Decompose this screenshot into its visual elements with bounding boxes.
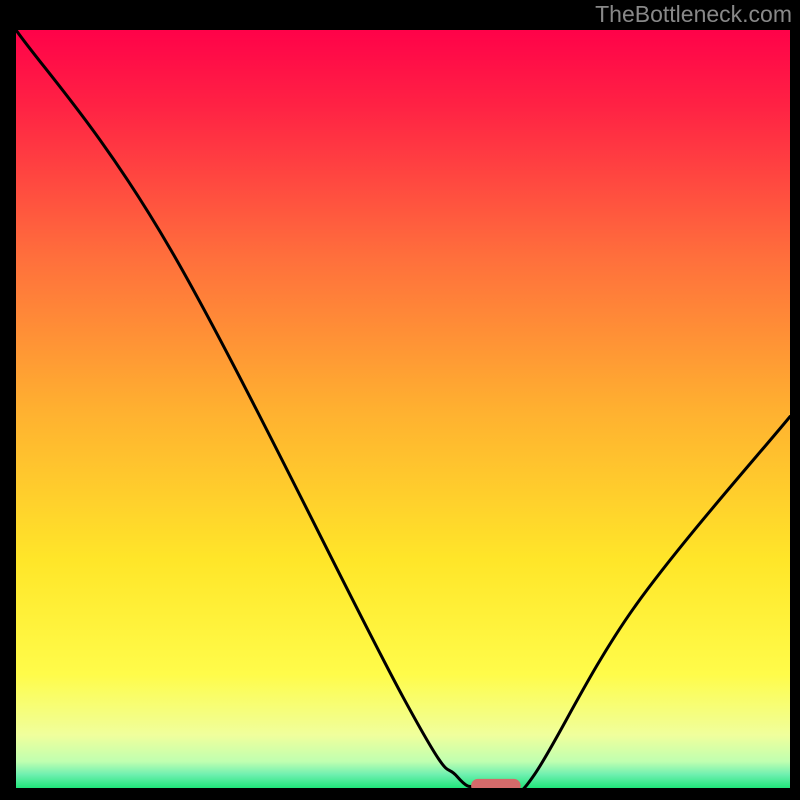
chart-svg: TheBottleneck.com — [0, 0, 800, 800]
optimal-marker — [471, 779, 521, 793]
plot-background — [16, 30, 790, 788]
chart-container: TheBottleneck.com — [0, 0, 800, 800]
watermark: TheBottleneck.com — [595, 1, 792, 27]
